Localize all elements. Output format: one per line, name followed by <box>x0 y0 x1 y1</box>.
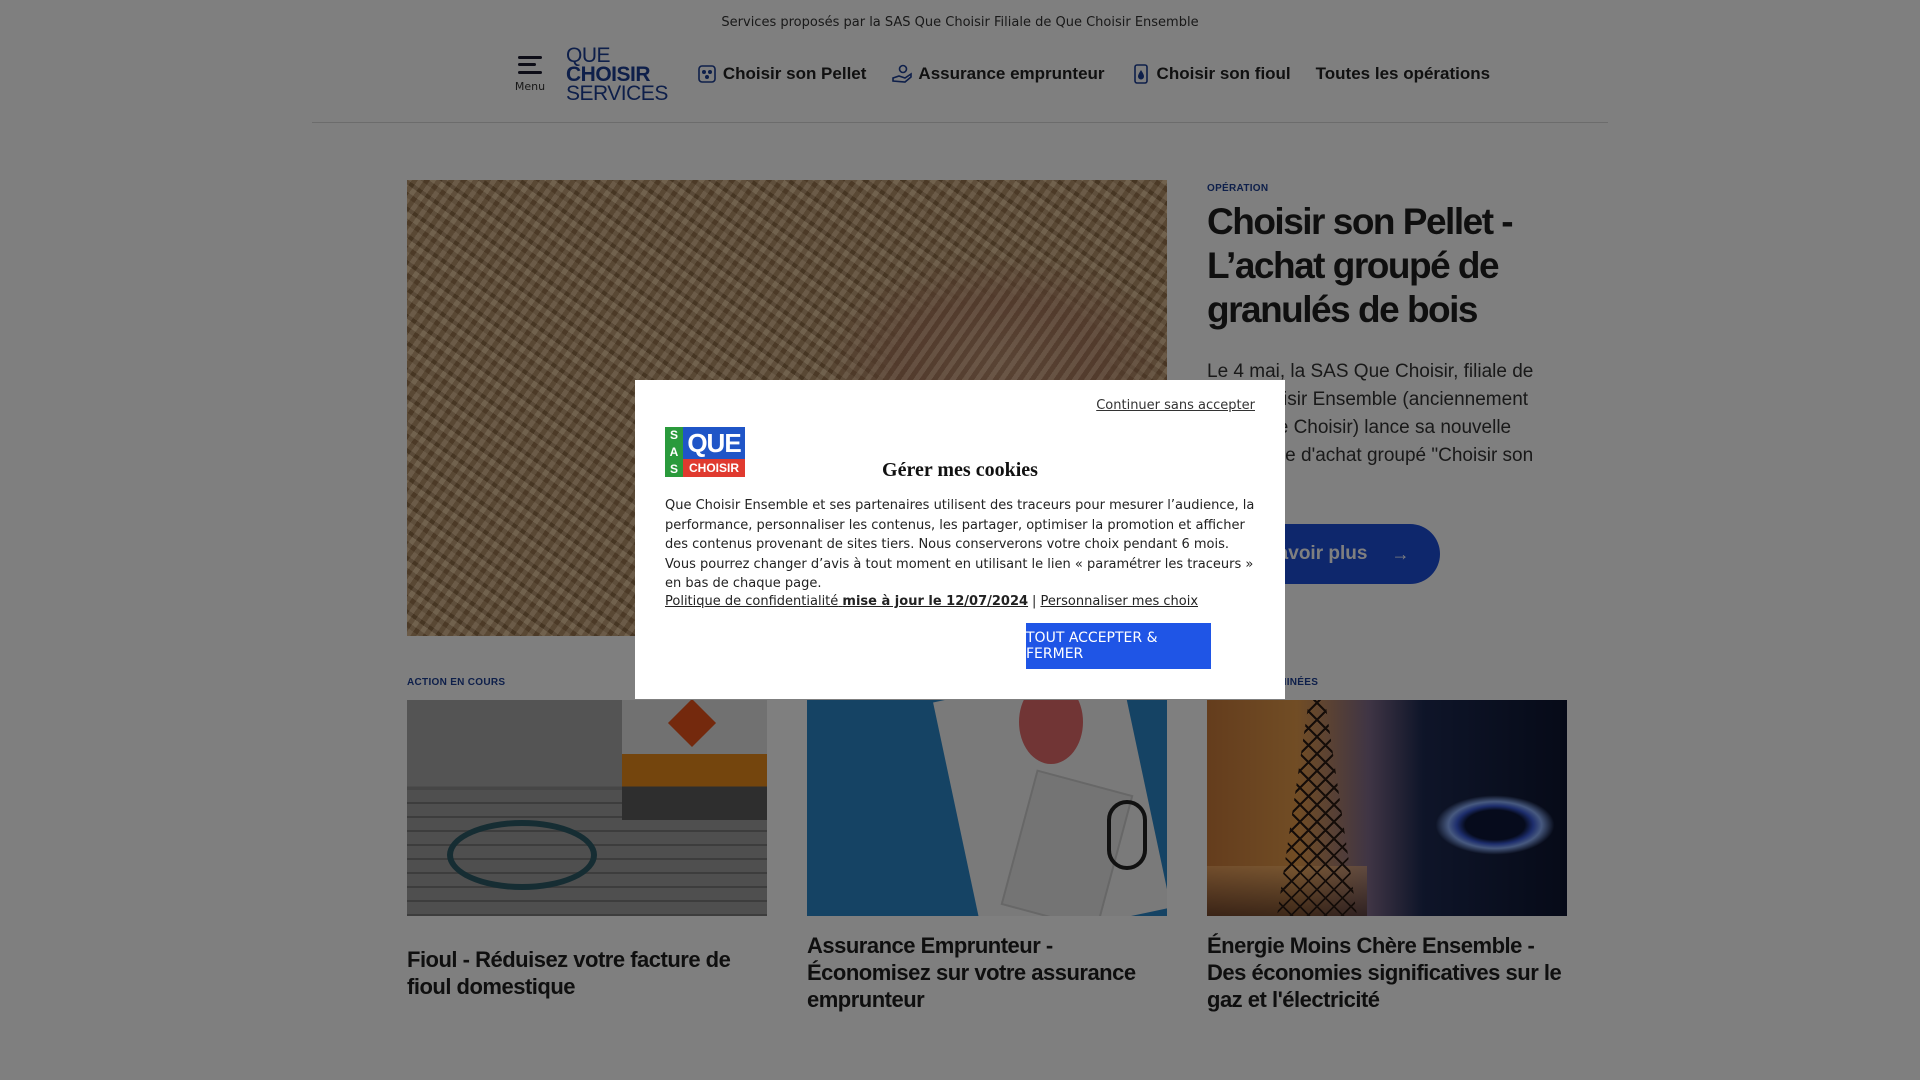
customize-choices-link[interactable]: Personnaliser mes choix <box>1040 594 1198 609</box>
continue-without-accepting-link[interactable]: Continuer sans accepter <box>1096 398 1255 413</box>
privacy-update-label: mise à jour le 12/07/2024 <box>842 594 1029 609</box>
accept-all-button[interactable]: TOUT ACCEPTER & FERMER <box>1026 623 1211 669</box>
link-separator: | <box>1032 594 1037 609</box>
logo-que: QUE <box>683 427 745 460</box>
cookie-consent-dialog: Continuer sans accepter S A S QUE CHOISI… <box>635 380 1285 699</box>
privacy-policy-link[interactable]: Politique de confidentialité mise à jour… <box>665 594 1028 609</box>
cookie-dialog-text: Que Choisir Ensemble et ses partenaires … <box>665 498 1255 591</box>
logo-letter: A <box>665 443 683 461</box>
cookie-dialog-title: Gérer mes cookies <box>882 459 1038 481</box>
cookie-dialog-links: Politique de confidentialité mise à jour… <box>665 594 1198 609</box>
privacy-link-label: Politique de confidentialité <box>665 594 839 609</box>
logo-letter: S <box>665 427 683 444</box>
